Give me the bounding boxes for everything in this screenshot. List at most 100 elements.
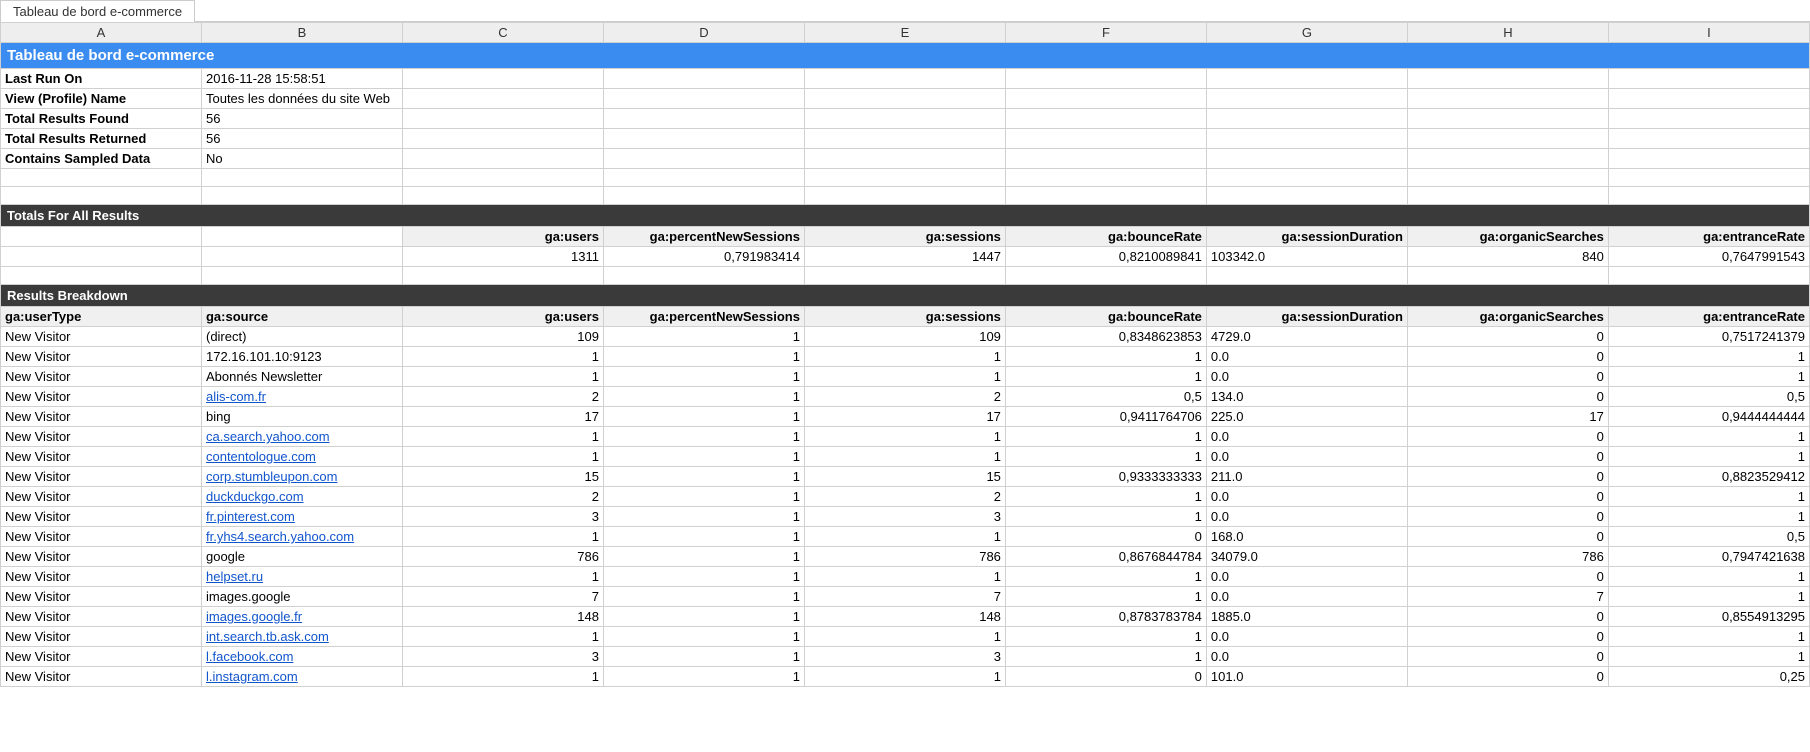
metric-value[interactable]: 0: [1407, 367, 1608, 387]
empty-cell[interactable]: [804, 69, 1005, 89]
column-header[interactable]: I: [1608, 23, 1809, 43]
column-header[interactable]: D: [603, 23, 804, 43]
metric-value[interactable]: 786: [804, 547, 1005, 567]
empty-cell[interactable]: [1407, 129, 1608, 149]
metric-value[interactable]: 0: [1407, 607, 1608, 627]
metric-value[interactable]: 0.0: [1206, 367, 1407, 387]
source-cell[interactable]: fr.yhs4.search.yahoo.com: [201, 527, 402, 547]
metric-value[interactable]: 1: [1005, 447, 1206, 467]
metric-value[interactable]: 786: [402, 547, 603, 567]
metric-value[interactable]: 2: [402, 387, 603, 407]
metric-value[interactable]: 1: [1005, 347, 1206, 367]
metric-value[interactable]: 2: [804, 387, 1005, 407]
metric-value[interactable]: 4729.0: [1206, 327, 1407, 347]
empty-cell[interactable]: [603, 267, 804, 285]
metric-header[interactable]: ga:users: [402, 307, 603, 327]
meta-value[interactable]: 2016-11-28 15:58:51: [201, 69, 402, 89]
empty-cell[interactable]: [1608, 89, 1809, 109]
metric-value[interactable]: 1: [1005, 427, 1206, 447]
metric-value[interactable]: 0: [1005, 527, 1206, 547]
empty-cell[interactable]: [1608, 187, 1809, 205]
metric-value[interactable]: 103342.0: [1206, 247, 1407, 267]
empty-cell[interactable]: [1206, 69, 1407, 89]
metric-value[interactable]: 1: [1005, 567, 1206, 587]
metric-value[interactable]: 1: [603, 407, 804, 427]
metric-value[interactable]: 0: [1407, 627, 1608, 647]
empty-cell[interactable]: [603, 187, 804, 205]
empty-cell[interactable]: [1407, 149, 1608, 169]
metric-value[interactable]: 1311: [402, 247, 603, 267]
metric-value[interactable]: 1: [1608, 427, 1809, 447]
usertype-cell[interactable]: New Visitor: [1, 467, 202, 487]
empty-cell[interactable]: [804, 267, 1005, 285]
meta-value[interactable]: No: [201, 149, 402, 169]
empty-cell[interactable]: [603, 149, 804, 169]
empty-cell[interactable]: [402, 267, 603, 285]
usertype-cell[interactable]: New Visitor: [1, 407, 202, 427]
empty-cell[interactable]: [1608, 109, 1809, 129]
metric-value[interactable]: 34079.0: [1206, 547, 1407, 567]
usertype-cell[interactable]: New Visitor: [1, 327, 202, 347]
empty-cell[interactable]: [402, 89, 603, 109]
metric-value[interactable]: 0,9411764706: [1005, 407, 1206, 427]
metric-value[interactable]: 0: [1407, 427, 1608, 447]
metric-value[interactable]: 0: [1005, 667, 1206, 687]
empty-cell[interactable]: [1005, 169, 1206, 187]
metric-value[interactable]: 1: [402, 447, 603, 467]
metric-value[interactable]: 1: [1608, 627, 1809, 647]
source-cell[interactable]: alis-com.fr: [201, 387, 402, 407]
metric-header[interactable]: ga:percentNewSessions: [603, 227, 804, 247]
metric-value[interactable]: 1: [402, 567, 603, 587]
metric-value[interactable]: 0: [1407, 527, 1608, 547]
metric-value[interactable]: 0,9444444444: [1608, 407, 1809, 427]
dim-header[interactable]: ga:userType: [1, 307, 202, 327]
empty-cell[interactable]: [804, 89, 1005, 109]
metric-value[interactable]: 1: [603, 607, 804, 627]
metric-value[interactable]: 1: [603, 447, 804, 467]
metric-value[interactable]: 1: [1005, 627, 1206, 647]
metric-value[interactable]: 0,8823529412: [1608, 467, 1809, 487]
empty-cell[interactable]: [402, 149, 603, 169]
metric-value[interactable]: 0,8554913295: [1608, 607, 1809, 627]
column-header[interactable]: C: [402, 23, 603, 43]
source-cell[interactable]: Abonnés Newsletter: [201, 367, 402, 387]
usertype-cell[interactable]: New Visitor: [1, 667, 202, 687]
metric-value[interactable]: 0.0: [1206, 427, 1407, 447]
empty-cell[interactable]: [402, 69, 603, 89]
empty-cell[interactable]: [402, 187, 603, 205]
source-cell[interactable]: l.facebook.com: [201, 647, 402, 667]
metric-value[interactable]: 1: [1608, 347, 1809, 367]
metric-value[interactable]: 1: [1608, 487, 1809, 507]
metric-value[interactable]: 2: [804, 487, 1005, 507]
metric-value[interactable]: 2: [402, 487, 603, 507]
metric-value[interactable]: 109: [804, 327, 1005, 347]
source-cell[interactable]: duckduckgo.com: [201, 487, 402, 507]
metric-value[interactable]: 7: [1407, 587, 1608, 607]
metric-value[interactable]: 134.0: [1206, 387, 1407, 407]
metric-value[interactable]: 0,7517241379: [1608, 327, 1809, 347]
metric-value[interactable]: 1: [603, 467, 804, 487]
empty-cell[interactable]: [1005, 129, 1206, 149]
empty-cell[interactable]: [1005, 187, 1206, 205]
empty-cell[interactable]: [1608, 149, 1809, 169]
empty-cell[interactable]: [1206, 149, 1407, 169]
empty-cell[interactable]: [1005, 267, 1206, 285]
column-header[interactable]: G: [1206, 23, 1407, 43]
usertype-cell[interactable]: New Visitor: [1, 347, 202, 367]
metric-value[interactable]: 0.0: [1206, 647, 1407, 667]
source-cell[interactable]: google: [201, 547, 402, 567]
source-cell[interactable]: (direct): [201, 327, 402, 347]
metric-value[interactable]: 0.0: [1206, 487, 1407, 507]
usertype-cell[interactable]: New Visitor: [1, 447, 202, 467]
empty-cell[interactable]: [804, 109, 1005, 129]
metric-value[interactable]: 1: [603, 327, 804, 347]
source-cell[interactable]: 172.16.101.10:9123: [201, 347, 402, 367]
metric-value[interactable]: 225.0: [1206, 407, 1407, 427]
metric-value[interactable]: 0,8676844784: [1005, 547, 1206, 567]
metric-value[interactable]: 0,9333333333: [1005, 467, 1206, 487]
metric-value[interactable]: 0,7947421638: [1608, 547, 1809, 567]
metric-value[interactable]: 1: [603, 647, 804, 667]
metric-value[interactable]: 0: [1407, 467, 1608, 487]
metric-value[interactable]: 1: [1608, 507, 1809, 527]
empty-cell[interactable]: [1206, 129, 1407, 149]
